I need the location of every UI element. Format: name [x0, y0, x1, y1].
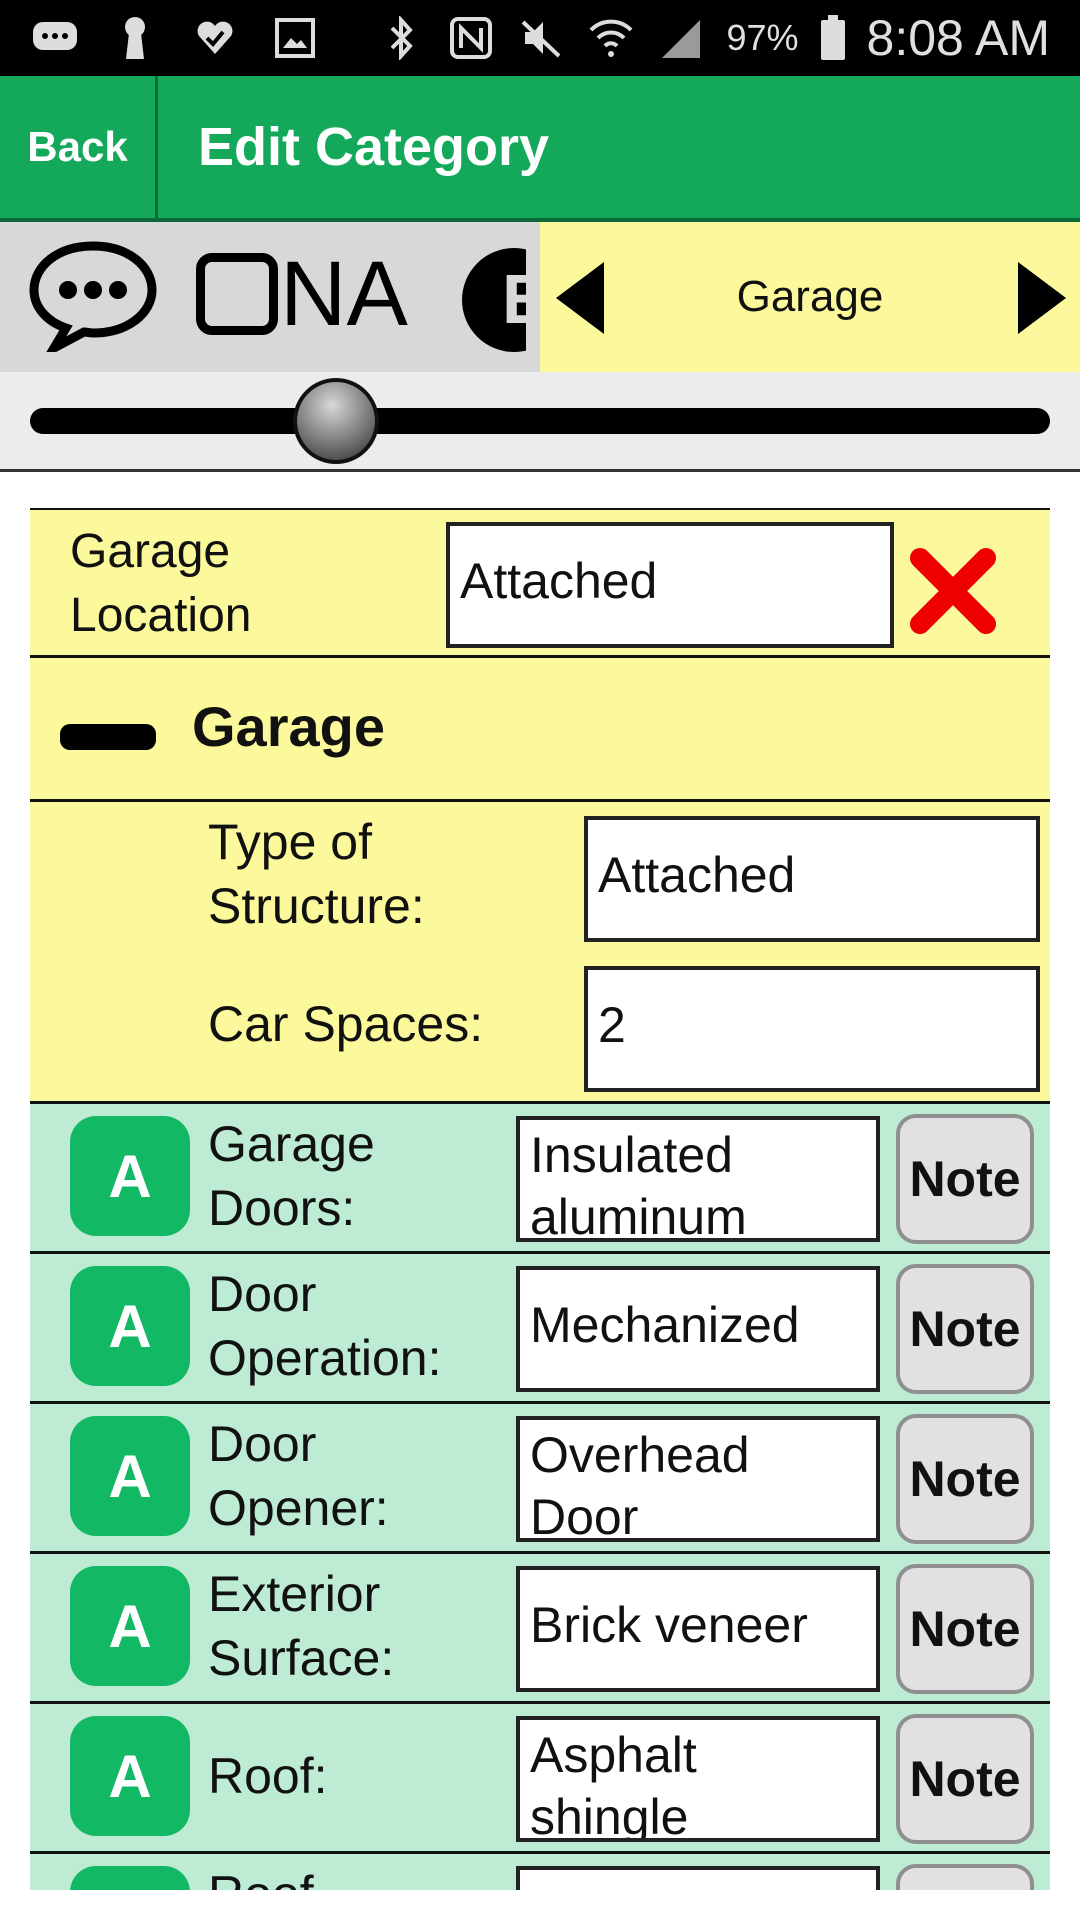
car-spaces-label: Car Spaces: — [208, 996, 484, 1052]
rating-badge[interactable]: A — [70, 1116, 190, 1236]
toolbar: NA E Garage — [0, 222, 1080, 372]
mute-icon — [516, 15, 566, 61]
category-name: Garage — [736, 272, 884, 321]
type-of-structure-label: Type of Structure: — [208, 814, 425, 934]
item-value-field[interactable]: Insulated aluminum — [516, 1116, 880, 1242]
image-icon — [270, 15, 320, 61]
keyhole-icon — [110, 15, 160, 61]
note-button[interactable]: Note — [896, 1264, 1034, 1394]
na-label: NA — [280, 243, 408, 345]
car-spaces-field[interactable]: 2 — [584, 966, 1040, 1092]
slider-thumb[interactable] — [293, 378, 379, 464]
status-bar: 97% 8:08 AM — [0, 0, 1080, 76]
rating-badge[interactable]: A — [70, 1866, 190, 1890]
collapse-icon[interactable] — [60, 724, 156, 750]
item-value-field[interactable]: Mechanized — [516, 1266, 880, 1392]
list-item: A Door Opener: Overhead Door Note — [30, 1404, 1050, 1554]
close-icon[interactable] — [910, 548, 996, 639]
battery-percent: 97% — [726, 17, 799, 58]
page-title: Edit Category — [198, 117, 550, 177]
checkbox-icon — [196, 253, 278, 335]
clock: 8:08 AM — [866, 10, 1050, 66]
note-button[interactable]: Note — [896, 1414, 1034, 1544]
slider — [0, 372, 1080, 472]
e-icon[interactable]: E — [462, 248, 526, 352]
item-label: Exterior Surface: — [208, 1566, 395, 1686]
list-item: A Garage Doors: Insulated aluminum Note — [30, 1104, 1050, 1254]
rating-badge[interactable]: A — [70, 1416, 190, 1536]
garage-location-row: Garage Location Attached — [30, 508, 1050, 658]
bluetooth-icon — [376, 15, 426, 61]
list-item: A Roof — [30, 1854, 1050, 1890]
wifi-icon — [586, 15, 636, 61]
rating-badge[interactable]: A — [70, 1266, 190, 1386]
note-button[interactable]: Note — [896, 1714, 1034, 1844]
garage-location-field[interactable]: Attached — [446, 522, 894, 648]
next-arrow-icon[interactable] — [1014, 260, 1070, 341]
item-value-field[interactable] — [516, 1866, 880, 1890]
na-checkbox[interactable]: NA — [196, 248, 408, 340]
list-item: A Exterior Surface: Brick veneer Note — [30, 1554, 1050, 1704]
note-button[interactable]: Note — [896, 1564, 1034, 1694]
item-label: Door Operation: — [208, 1266, 442, 1386]
note-button[interactable]: Note — [896, 1114, 1034, 1244]
section-title: Garage — [192, 695, 385, 758]
rating-badge[interactable]: A — [70, 1716, 190, 1836]
back-button[interactable]: Back — [0, 76, 158, 218]
item-value-field[interactable]: Asphalt shingle — [516, 1716, 880, 1842]
previous-arrow-icon[interactable] — [552, 260, 608, 341]
list-item: A Roof: Asphalt shingle Note — [30, 1704, 1050, 1854]
garage-location-label: Garage Location — [70, 525, 252, 642]
item-label: Door Opener: — [208, 1416, 389, 1536]
item-label: Roof — [208, 1862, 314, 1890]
battery-icon — [819, 15, 847, 61]
comment-icon[interactable] — [28, 240, 158, 360]
note-button[interactable] — [896, 1864, 1034, 1890]
item-value-field[interactable]: Overhead Door — [516, 1416, 880, 1542]
category-content: Garage Location Attached Garage Type of … — [30, 508, 1050, 1890]
message-icon — [30, 15, 80, 61]
slider-track[interactable] — [30, 408, 1050, 434]
category-navigator: Garage — [540, 222, 1080, 372]
signal-icon — [656, 15, 706, 61]
nfc-icon — [446, 15, 496, 61]
tool-panel: NA E — [0, 222, 540, 372]
list-item: A Door Operation: Mechanized Note — [30, 1254, 1050, 1404]
item-label: Roof: — [208, 1748, 328, 1804]
check-heart-icon — [190, 15, 240, 61]
section-fields: Type of Structure: Attached Car Spaces: … — [30, 802, 1050, 1104]
type-of-structure-field[interactable]: Attached — [584, 816, 1040, 942]
rating-badge[interactable]: A — [70, 1566, 190, 1686]
app-bar: Back Edit Category — [0, 76, 1080, 222]
item-value-field[interactable]: Brick veneer — [516, 1566, 880, 1692]
section-header[interactable]: Garage — [30, 658, 1050, 802]
item-label: Garage Doors: — [208, 1116, 375, 1236]
